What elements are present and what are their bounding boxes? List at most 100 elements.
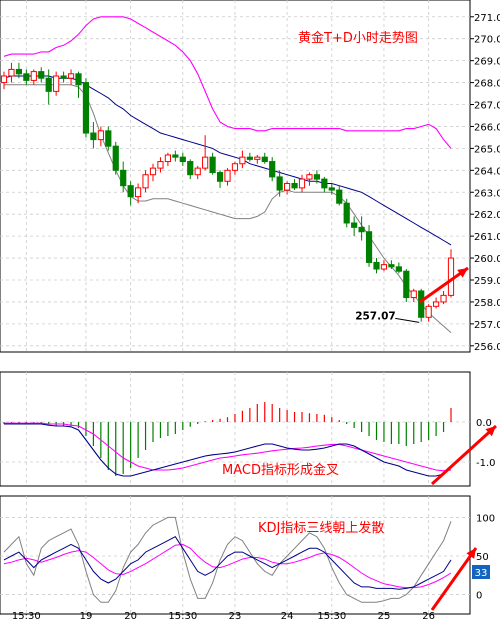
time-tick-label: 24 (281, 611, 294, 620)
candle-down (38, 71, 45, 79)
candle-down (321, 178, 328, 189)
macd-annotation: MACD指标形成金叉 (222, 462, 339, 478)
price-tick-label: 270.0 (474, 35, 500, 46)
candle-up (8, 68, 15, 77)
price-tick-label: 264.0 (474, 166, 500, 177)
time-tick-label: 20 (124, 611, 137, 620)
candle-down (112, 145, 119, 171)
candle-up (447, 257, 455, 296)
candle-up (30, 71, 37, 81)
candle-up (298, 178, 306, 189)
candle-down (336, 189, 343, 204)
price-tick-label: 260.0 (474, 254, 500, 265)
time-tick-label: 15:30 (168, 611, 197, 620)
candle-down (127, 185, 134, 198)
candle-down (365, 231, 373, 263)
candle-up (433, 301, 440, 307)
kdj-annotation: KDJ指标三线朝上发散 (258, 520, 384, 536)
candle-down (209, 156, 216, 174)
candle-down (358, 226, 365, 233)
time-tick-label: 19 (80, 611, 93, 620)
candle-up (135, 187, 142, 198)
candle-down (172, 154, 179, 158)
time-tick-label: 25 (378, 611, 391, 620)
price-tick-label: 261.0 (474, 232, 500, 243)
kdj-pane-frame (0, 495, 471, 615)
kdj-tick-label: 50 (476, 552, 489, 563)
candle-down (179, 156, 186, 163)
candle-down (388, 264, 395, 268)
candle-up (306, 174, 313, 180)
candle-down (187, 161, 194, 176)
time-tick-label: 26 (422, 611, 435, 620)
price-tick-label: 268.0 (474, 79, 500, 90)
price-tick-label: 257.0 (474, 320, 500, 331)
candle-up (440, 294, 447, 303)
candle-down (105, 130, 112, 147)
candle-up (53, 75, 60, 92)
candle-down (313, 174, 320, 180)
ma-line (3, 75, 452, 246)
candle-down (82, 82, 90, 134)
candle-down (90, 132, 97, 141)
candle-down (276, 176, 283, 191)
candle-down (60, 75, 67, 79)
price-tick-label: 265.0 (474, 144, 500, 155)
candle-up (284, 182, 291, 191)
price-tick-label: 267.0 (474, 101, 500, 112)
price-tick-label: 263.0 (474, 188, 500, 199)
price-tick-label: 256.0 (474, 342, 500, 353)
macd-up-arrow (430, 424, 498, 486)
low-price-label: 257.07 (355, 310, 396, 322)
time-tick-label: 15:30 (317, 611, 346, 620)
candle-down (291, 182, 298, 189)
candle-up (254, 156, 261, 160)
candle-down (75, 73, 82, 86)
kdj-tick-label: 0 (476, 591, 482, 602)
candle-up (231, 163, 239, 171)
macd-tick-label: 0.0 (476, 418, 492, 429)
candle-down (328, 187, 335, 191)
price-tick-label: 271.0 (474, 13, 500, 24)
price-tick-label: 258.0 (474, 298, 500, 309)
candle-down (45, 77, 52, 92)
price-tick-label: 269.0 (474, 57, 500, 68)
candle-up (425, 305, 432, 318)
candle-down (23, 73, 30, 81)
candle-down (120, 169, 127, 187)
kdj-up-arrow (430, 547, 478, 611)
candle-up (67, 73, 75, 79)
candle-up (164, 154, 172, 163)
candle-down (216, 172, 224, 182)
candle-up (239, 156, 246, 165)
candle-up (142, 174, 149, 189)
candle-down (15, 68, 22, 75)
gold-chart: 256.0257.0258.0259.0260.0261.0262.0263.0… (0, 0, 500, 620)
candle-up (157, 161, 164, 169)
price-tick-label: 259.0 (474, 276, 500, 287)
kdj-tick-label: 100 (476, 513, 495, 524)
candle-up (224, 169, 231, 182)
candle-up (410, 290, 417, 299)
candle-down (351, 222, 358, 228)
low-pointer-line (395, 317, 420, 323)
candle-down (261, 156, 268, 163)
candle-down (403, 270, 410, 299)
candle-down (373, 261, 380, 270)
candle-down (418, 290, 425, 318)
time-tick-label: 23 (229, 611, 242, 620)
candle-down (343, 202, 350, 224)
candle-up (194, 167, 201, 176)
candle-up (149, 167, 157, 176)
kdj-value-badge-text: 33 (475, 568, 488, 579)
candle-up (380, 264, 388, 270)
price-tick-label: 262.0 (474, 210, 500, 221)
candle-up (97, 130, 104, 141)
candle-up (0, 75, 8, 84)
price-tick-label: 266.0 (474, 122, 500, 133)
candle-down (246, 156, 253, 160)
time-tick-label: 15:30 (12, 611, 41, 620)
candle-down (395, 266, 402, 272)
chart-title: 黄金T+D小时走势图 (298, 30, 418, 46)
candle-down (269, 161, 276, 178)
